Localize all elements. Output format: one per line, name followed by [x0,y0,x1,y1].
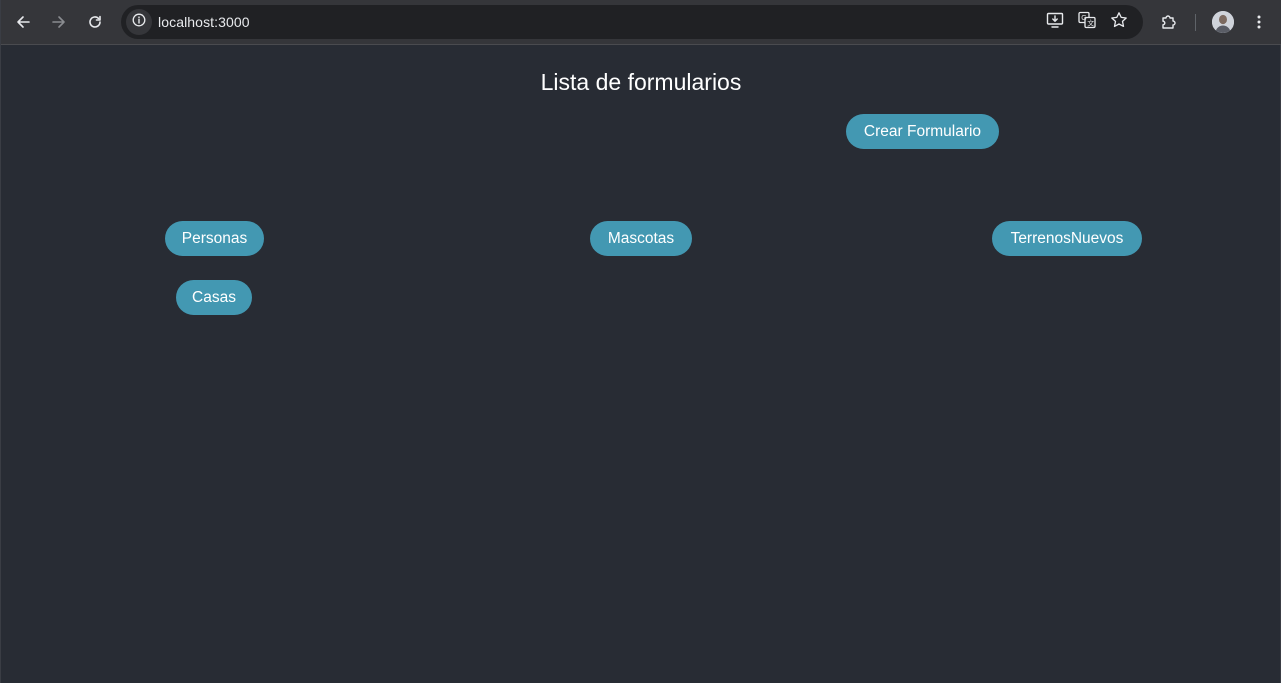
browser-menu-button[interactable] [1246,9,1272,35]
address-bar[interactable]: localhost:3000 G 文 [121,5,1143,39]
reload-icon [87,14,103,30]
bookmark-button[interactable] [1109,11,1129,34]
arrow-right-icon [51,14,67,30]
avatar [1212,11,1234,33]
browser-window: localhost:3000 G 文 Lista de formularios … [0,0,1281,683]
install-app-icon [1046,11,1064,34]
form-item-personas[interactable]: Personas [165,221,264,256]
form-item-terrenosnuevos[interactable]: TerrenosNuevos [992,221,1142,256]
extensions-button[interactable] [1156,9,1182,35]
info-icon [132,13,146,32]
toolbar-divider [1195,14,1196,31]
arrow-left-icon [15,14,31,30]
browser-toolbar: localhost:3000 G 文 [1,0,1281,45]
kebab-menu-icon [1251,14,1267,30]
page-title: Lista de formularios [540,69,742,95]
reload-button[interactable] [82,9,108,35]
form-item-casas[interactable]: Casas [176,280,252,315]
profile-button[interactable] [1210,9,1236,35]
svg-text:G: G [1081,15,1086,22]
star-icon [1110,11,1128,34]
install-app-button[interactable] [1045,12,1065,32]
url-text[interactable]: localhost:3000 [158,14,250,30]
translate-button[interactable]: G 文 [1077,11,1097,34]
site-info-button[interactable] [126,9,152,35]
form-item-mascotas[interactable]: Mascotas [590,221,692,256]
page-content: Lista de formularios Crear Formulario Pe… [1,46,1281,683]
create-form-button[interactable]: Crear Formulario [846,114,999,149]
back-button[interactable] [10,9,36,35]
puzzle-icon [1160,13,1178,31]
svg-text:文: 文 [1087,18,1094,27]
forward-button[interactable] [46,9,72,35]
translate-icon: G 文 [1078,11,1096,34]
